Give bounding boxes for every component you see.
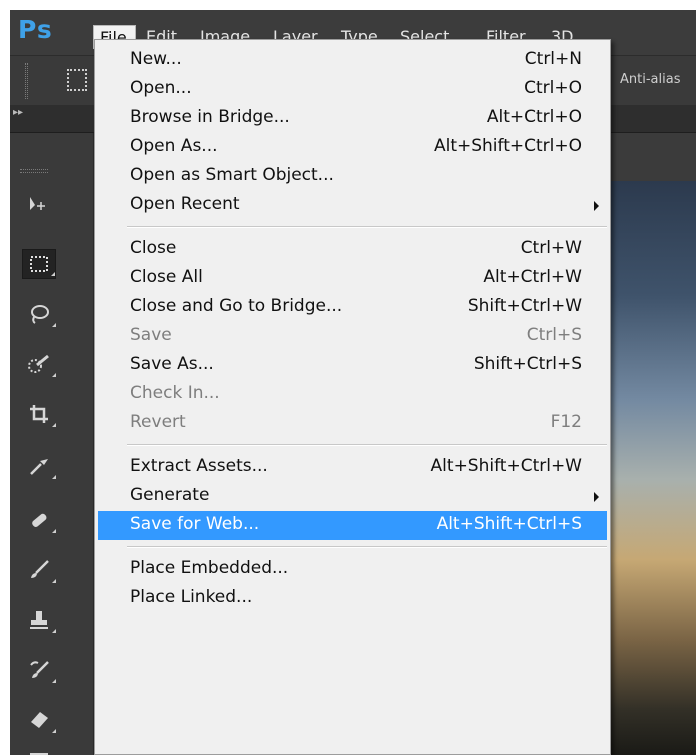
menu-item-open[interactable]: Open... Ctrl+O [98, 75, 607, 104]
document-tab-strip [600, 133, 696, 181]
menu-item-save-as[interactable]: Save As... Shift+Ctrl+S [98, 351, 607, 380]
file-menu-dropdown: New... Ctrl+N Open... Ctrl+O Browse in B… [94, 39, 611, 755]
move-tool-icon[interactable] [22, 189, 56, 219]
crop-icon[interactable] [22, 399, 56, 429]
menu-item-extract-assets[interactable]: Extract Assets... Alt+Shift+Ctrl+W [98, 453, 607, 482]
menu-item-place-embedded[interactable]: Place Embedded... [98, 555, 607, 584]
anti-alias-label[interactable]: Anti-alias [620, 72, 680, 87]
menu-item-new[interactable]: New... Ctrl+N [98, 46, 607, 75]
menu-item-place-linked[interactable]: Place Linked... [98, 584, 607, 613]
healing-brush-icon[interactable] [22, 505, 56, 535]
menu-item-generate[interactable]: Generate [98, 482, 607, 511]
quick-selection-icon[interactable] [22, 349, 56, 379]
menu-item-open-as-smart-object[interactable]: Open as Smart Object... [98, 162, 607, 191]
menu-item-close-and-go-to-bridge[interactable]: Close and Go to Bridge... Shift+Ctrl+W [98, 293, 607, 322]
history-brush-icon[interactable] [22, 655, 56, 685]
menu-item-open-as[interactable]: Open As... Alt+Shift+Ctrl+O [98, 133, 607, 162]
marquee-preset-icon[interactable] [67, 69, 87, 91]
options-bar-grip[interactable] [25, 63, 28, 99]
menu-item-save-for-web[interactable]: Save for Web... Alt+Shift+Ctrl+S [98, 511, 607, 540]
menu-item-open-recent[interactable]: Open Recent [98, 191, 607, 220]
photoshop-window: Ps File Edit Image Layer Type Select Fil… [10, 10, 696, 755]
tools-panel-grip[interactable] [20, 169, 48, 173]
app-logo: Ps [18, 15, 53, 44]
eraser-icon[interactable] [22, 705, 56, 735]
submenu-arrow-icon [594, 201, 599, 211]
menu-item-revert[interactable]: Revert F12 [98, 409, 607, 438]
menu-item-save[interactable]: Save Ctrl+S [98, 322, 607, 351]
clone-stamp-icon[interactable] [22, 605, 56, 635]
menu-item-close-all[interactable]: Close All Alt+Ctrl+W [98, 264, 607, 293]
menu-item-check-in[interactable]: Check In... [98, 380, 607, 409]
menu-item-browse-in-bridge[interactable]: Browse in Bridge... Alt+Ctrl+O [98, 104, 607, 133]
lasso-icon[interactable] [22, 299, 56, 329]
rectangular-marquee-icon[interactable] [22, 249, 56, 279]
gradient-icon[interactable] [22, 743, 56, 755]
menu-separator [127, 444, 607, 446]
submenu-arrow-icon [594, 492, 599, 502]
tools-panel [10, 133, 94, 755]
collapse-panel-icon[interactable]: ▸▸ [13, 107, 23, 118]
menu-item-close[interactable]: Close Ctrl+W [98, 235, 607, 264]
brush-icon[interactable] [22, 555, 56, 585]
menu-separator [127, 226, 607, 228]
eyedropper-icon[interactable] [22, 451, 56, 481]
menu-separator [127, 546, 607, 548]
